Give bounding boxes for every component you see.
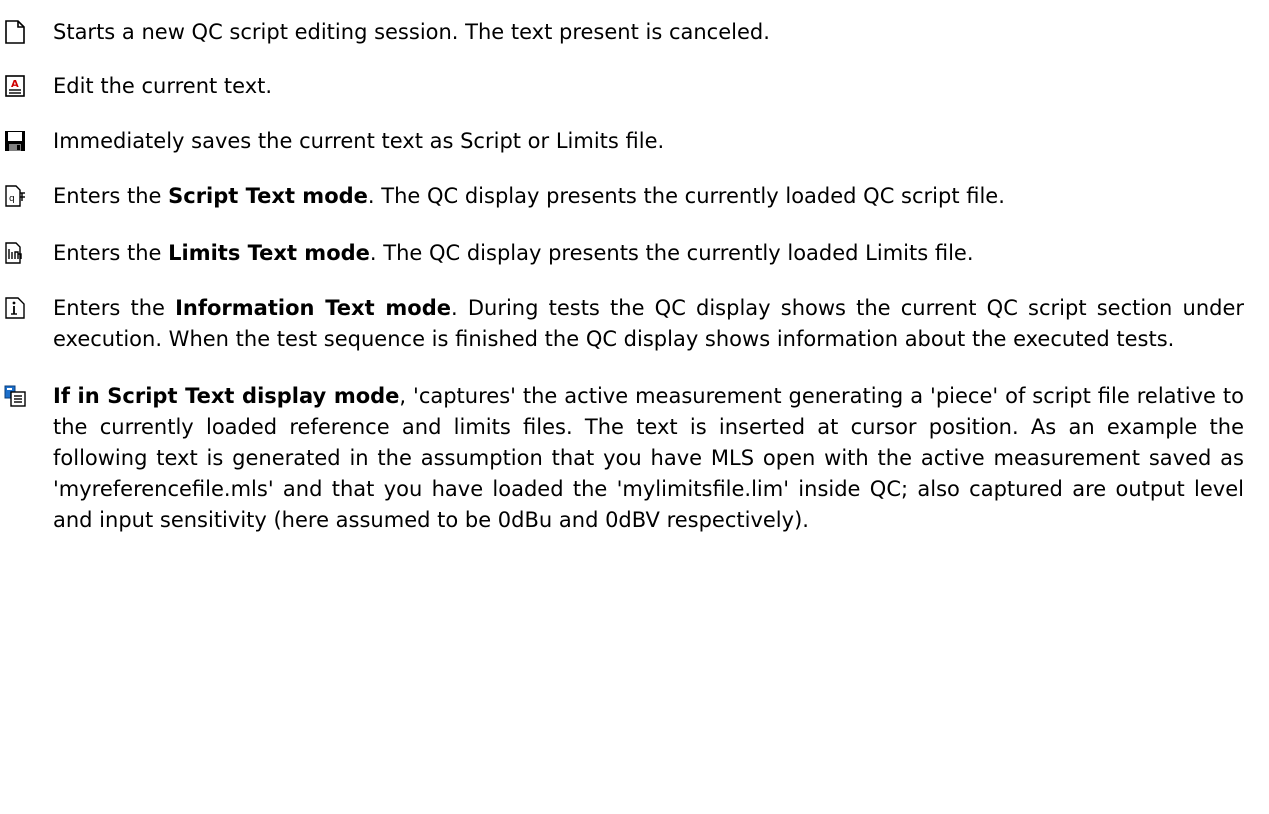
help-item-information-text-mode: Enters the Information Text mode. During… (4, 293, 1244, 355)
help-text: Enters the Information Text mode. During… (53, 296, 1244, 351)
help-text-bold: Limits Text mode (168, 241, 370, 265)
help-text-segment: Enters the (53, 184, 169, 208)
help-text-segment: Enters the (53, 241, 169, 265)
help-text: If in Script Text display mode, 'capture… (53, 384, 1244, 532)
help-text-segment: . The QC display presents the currently … (369, 241, 974, 265)
information-text-mode-icon (5, 297, 25, 319)
limits-text-mode-icon (5, 242, 22, 264)
toolbar-help-list: Starts a new QC script editing session. … (4, 0, 1244, 536)
help-item-script-text-mode: q Enters the Script Text mode. The QC di… (4, 181, 1244, 212)
help-text: Edit the current text. (53, 74, 272, 98)
help-item-save: Immediately saves the current text as Sc… (4, 126, 1244, 157)
svg-text:q: q (9, 194, 15, 204)
help-text-bold: Information Text mode (175, 296, 452, 320)
help-text: Starts a new QC script editing session. … (53, 20, 770, 44)
help-text: Enters the Limits Text mode. The QC disp… (53, 241, 974, 265)
help-text-bold: If in Script Text display mode (53, 384, 400, 408)
help-text-segment: Enters the (53, 296, 176, 320)
help-text-segment: Edit the current text. (53, 74, 273, 98)
save-floppy-icon (5, 131, 25, 151)
help-text: Enters the Script Text mode. The QC disp… (53, 184, 1005, 208)
help-text: Immediately saves the current text as Sc… (53, 129, 664, 153)
svg-text:A: A (11, 79, 19, 90)
new-document-icon (5, 20, 25, 44)
help-item-limits-text-mode: Enters the Limits Text mode. The QC disp… (4, 238, 1244, 269)
help-text-segment: Starts a new QC script editing session. … (53, 20, 770, 44)
help-text-bold: Script Text mode (168, 184, 368, 208)
help-item-capture: If in Script Text display mode, 'capture… (4, 381, 1244, 536)
capture-measurement-icon (4, 385, 26, 407)
help-text-segment: Immediately saves the current text as Sc… (53, 129, 665, 153)
help-text-segment: . The QC display presents the currently … (367, 184, 1005, 208)
help-item-new-session: Starts a new QC script editing session. … (4, 17, 1244, 48)
edit-text-icon: A (5, 75, 25, 97)
script-text-mode-icon: q (5, 185, 25, 207)
help-item-edit: A Edit the current text. (4, 71, 1244, 102)
